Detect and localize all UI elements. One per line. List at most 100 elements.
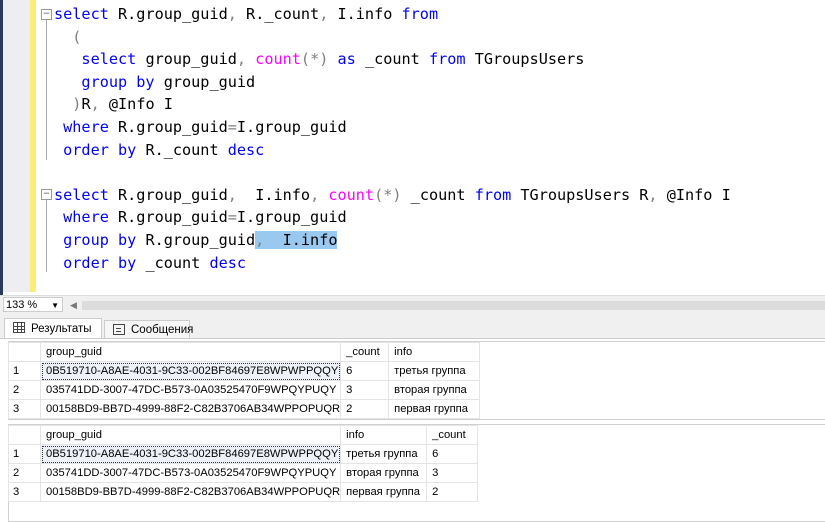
sql-token: I.group_guid — [236, 117, 347, 136]
sql-token: = — [227, 208, 237, 227]
grid-cell[interactable]: первая группа — [340, 482, 428, 502]
grid-cell[interactable]: 035741DD-3007-47DC-B573-0A03525470F9WPQY… — [39, 380, 342, 400]
sql-token: R._count — [136, 140, 228, 159]
code-line[interactable]: where R.group_guid=I.group_guid — [54, 206, 731, 229]
scroll-left-icon[interactable]: ◀ — [70, 298, 77, 312]
sql-token: I.group_guid — [236, 208, 347, 227]
grid-cell[interactable]: 00158BD9-BB7D-4999-88F2-C82B3706AB34WPPO… — [39, 399, 342, 419]
tab-results[interactable]: Результаты — [4, 318, 102, 338]
code-line[interactable]: group by R.group_guid, I.info — [54, 229, 731, 252]
horizontal-scrollbar[interactable]: ◀ — [68, 298, 825, 312]
code-line[interactable]: order by _count desc — [54, 252, 731, 275]
sql-code[interactable]: select R.group_guid, R._count, I.info fr… — [54, 3, 731, 274]
sql-token: (*) — [300, 50, 329, 69]
grid-cell[interactable]: 2 — [426, 482, 479, 502]
tab-results-label: Результаты — [31, 323, 92, 335]
grid-cell[interactable]: вторая группа — [388, 380, 481, 400]
tab-messages[interactable]: Сообщения — [104, 320, 194, 338]
code-line[interactable]: ( — [54, 26, 731, 49]
sql-token: R — [81, 95, 91, 114]
grid-cell[interactable]: 6 — [426, 444, 479, 464]
grid-icon — [13, 322, 25, 333]
sql-token: , — [310, 185, 320, 204]
code-line[interactable]: order by R._count desc — [54, 139, 731, 162]
corner-cell[interactable] — [8, 342, 41, 362]
sql-token: I.info — [264, 230, 338, 249]
column-header-groupguid[interactable]: group_guid — [39, 425, 342, 445]
grid-cell[interactable]: третья группа — [340, 444, 428, 464]
grid-cell[interactable]: первая группа — [388, 399, 481, 419]
code-line[interactable]: group by group_guid — [54, 71, 731, 94]
sql-keyword: from — [401, 5, 439, 23]
sql-keyword: as — [337, 50, 356, 69]
grid-cell[interactable]: 0B519710-A8AE-4031-9C33-002BF84697E8WPWP… — [39, 444, 342, 464]
column-header-count[interactable]: _count — [340, 342, 390, 362]
table-row[interactable]: 3 00158BD9-BB7D-4999-88F2-C82B3706AB34WPP… — [8, 482, 479, 502]
sql-token: R.group_guid — [108, 5, 228, 23]
sql-token: I.info — [328, 5, 402, 23]
code-line[interactable]: )R, @Info I — [54, 93, 731, 116]
sql-keyword: from — [428, 50, 466, 69]
zoom-value: 133 % — [6, 299, 38, 311]
row-number[interactable]: 1 — [8, 361, 41, 381]
grid-cell[interactable]: 0B519710-A8AE-4031-9C33-002BF84697E8WPWP… — [39, 361, 342, 381]
table-row[interactable]: 2 035741DD-3007-47DC-B573-0A03525470F9WPQ… — [8, 463, 479, 483]
sql-token: @Info I — [99, 95, 173, 114]
sql-token: = — [227, 117, 237, 136]
grid-cell[interactable]: 2 — [340, 399, 390, 419]
row-number[interactable]: 3 — [8, 399, 41, 419]
code-line[interactable]: select R.group_guid, R._count, I.info fr… — [54, 3, 731, 26]
sql-keyword: order by — [54, 253, 137, 272]
code-line[interactable]: where R.group_guid=I.group_guid — [54, 116, 731, 139]
sql-token: TGroupsUsers — [465, 50, 585, 69]
column-header-info[interactable]: info — [388, 342, 481, 362]
column-header-count[interactable]: _count — [426, 425, 479, 445]
fold-line — [46, 20, 47, 160]
collapse-icon[interactable]: − — [41, 9, 52, 20]
table-row[interactable]: 2 035741DD-3007-47DC-B573-0A03525470F9WPQ… — [8, 380, 481, 400]
row-number[interactable]: 1 — [8, 444, 41, 464]
chevron-down-icon: ▼ — [51, 301, 59, 310]
column-header-groupguid[interactable]: group_guid — [39, 342, 342, 362]
sql-keyword: select — [54, 50, 137, 69]
result-grid-2[interactable]: group_guid info _count 1 0B519710-A8AE-4031-… — [8, 425, 479, 502]
code-line[interactable]: select R.group_guid, I.info, count(*) _c… — [54, 184, 731, 207]
sql-token: I.info — [236, 185, 311, 204]
table-row[interactable]: 3 00158BD9-BB7D-4999-88F2-C82B3706AB34WPP… — [8, 399, 481, 419]
column-header-info[interactable]: info — [340, 425, 428, 445]
result-grid-1[interactable]: group_guid _count info 1 0B519710-A8AE-4031-… — [8, 342, 481, 419]
scrollbar-thumb[interactable] — [82, 301, 825, 310]
tab-messages-label: Сообщения — [131, 324, 194, 336]
row-number[interactable]: 2 — [8, 380, 41, 400]
zoom-select[interactable]: 133 % ▼ — [3, 297, 63, 312]
fold-line — [46, 200, 47, 272]
sql-token: _count — [355, 50, 429, 69]
row-number[interactable]: 3 — [8, 482, 41, 502]
collapse-icon[interactable]: − — [41, 189, 52, 200]
results-tabs: Результаты Сообщения — [0, 314, 825, 338]
sql-function: count — [328, 185, 375, 204]
messages-icon — [113, 324, 125, 335]
table-row[interactable]: 1 0B519710-A8AE-4031-9C33-002BF84697E8WPW… — [8, 444, 479, 464]
code-line[interactable] — [54, 161, 731, 184]
grid-cell[interactable]: 3 — [426, 463, 479, 483]
sql-keyword: desc — [227, 140, 265, 159]
sql-token: , — [319, 5, 329, 23]
code-line[interactable]: select group_guid, count(*) as _count fr… — [54, 48, 731, 71]
sql-keyword: where — [54, 117, 109, 136]
grid-cell[interactable]: третья группа — [388, 361, 481, 381]
grid-cell[interactable]: вторая группа — [340, 463, 428, 483]
grid-cell[interactable]: 6 — [340, 361, 390, 381]
sql-keyword: where — [54, 208, 109, 227]
row-number[interactable]: 2 — [8, 463, 41, 483]
grid-cell[interactable]: 3 — [340, 380, 390, 400]
grid-cell[interactable]: 035741DD-3007-47DC-B573-0A03525470F9WPQY… — [39, 463, 342, 483]
sql-keyword: group by — [54, 72, 155, 91]
corner-cell[interactable] — [8, 425, 41, 445]
sql-token: , — [227, 185, 237, 204]
grid-cell[interactable]: 00158BD9-BB7D-4999-88F2-C82B3706AB34WPPO… — [39, 482, 342, 502]
table-row[interactable]: 1 0B519710-A8AE-4031-9C33-002BF84697E8WPW… — [8, 361, 481, 381]
sql-token: R.group_guid — [108, 185, 228, 204]
